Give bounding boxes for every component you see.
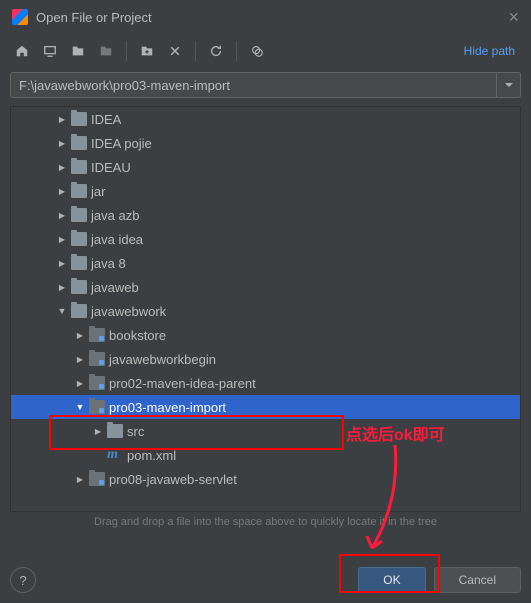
tree-row[interactable]: ▶ javawebworkbegin bbox=[11, 347, 520, 371]
chevron-right-icon[interactable]: ▶ bbox=[55, 139, 69, 148]
hide-path-link[interactable]: Hide path bbox=[464, 44, 521, 58]
chevron-right-icon[interactable]: ▶ bbox=[55, 115, 69, 124]
folder-icon bbox=[107, 424, 123, 438]
project-button[interactable] bbox=[66, 39, 90, 63]
cancel-button[interactable]: Cancel bbox=[434, 567, 521, 593]
tree-row[interactable]: ▶ pro08-javaweb-servlet bbox=[11, 467, 520, 491]
tree-row[interactable]: ▶ java azb bbox=[11, 203, 520, 227]
module-button[interactable] bbox=[94, 39, 118, 63]
tree-row[interactable]: ▼ pro03-maven-import bbox=[11, 395, 520, 419]
tree-row[interactable]: ▼ javawebwork bbox=[11, 299, 520, 323]
chevron-right-icon[interactable]: ▶ bbox=[73, 355, 87, 364]
tree-item-label: bookstore bbox=[109, 328, 166, 343]
chevron-right-icon[interactable]: ▶ bbox=[73, 379, 87, 388]
tree-item-label: java idea bbox=[91, 232, 143, 247]
chevron-right-icon[interactable]: ▶ bbox=[55, 187, 69, 196]
tree-item-label: pom.xml bbox=[127, 448, 176, 463]
module-folder-icon bbox=[89, 352, 105, 366]
chevron-right-icon[interactable]: ▶ bbox=[73, 331, 87, 340]
tree-item-label: IDEA pojie bbox=[91, 136, 152, 151]
chevron-down-icon[interactable]: ▼ bbox=[73, 402, 87, 412]
chevron-right-icon[interactable]: ▶ bbox=[91, 427, 105, 436]
tree-item-label: jar bbox=[91, 184, 105, 199]
tree-item-label: javaweb bbox=[91, 280, 139, 295]
path-input[interactable] bbox=[10, 72, 497, 98]
tree-item-label: javawebwork bbox=[91, 304, 166, 319]
tree-row[interactable]: ▶ IDEAU bbox=[11, 155, 520, 179]
tree-row[interactable]: ▶ IDEA pojie bbox=[11, 131, 520, 155]
tree-row[interactable]: ▶ bookstore bbox=[11, 323, 520, 347]
module-folder-icon bbox=[89, 472, 105, 486]
folder-icon bbox=[71, 184, 87, 198]
path-bar bbox=[10, 72, 521, 98]
chevron-right-icon[interactable]: ▶ bbox=[55, 283, 69, 292]
tree-row[interactable]: ▶ jar bbox=[11, 179, 520, 203]
chevron-right-icon[interactable]: ▶ bbox=[55, 259, 69, 268]
module-folder-icon bbox=[89, 400, 105, 414]
tree-row[interactable]: m pom.xml bbox=[11, 443, 520, 467]
tree-item-label: IDEA bbox=[91, 112, 121, 127]
toolbar: Hide path bbox=[0, 34, 531, 68]
titlebar: Open File or Project × bbox=[0, 0, 531, 34]
delete-button[interactable] bbox=[163, 39, 187, 63]
tree-item-label: java 8 bbox=[91, 256, 126, 271]
folder-icon bbox=[71, 280, 87, 294]
app-icon bbox=[12, 9, 28, 25]
folder-icon bbox=[71, 232, 87, 246]
refresh-button[interactable] bbox=[204, 39, 228, 63]
tree-row[interactable]: ▶ pro02-maven-idea-parent bbox=[11, 371, 520, 395]
chevron-right-icon[interactable]: ▶ bbox=[73, 475, 87, 484]
tree-item-label: IDEAU bbox=[91, 160, 131, 175]
tree-item-label: java azb bbox=[91, 208, 139, 223]
tree-item-label: javawebworkbegin bbox=[109, 352, 216, 367]
button-bar: ? OK Cancel bbox=[10, 567, 521, 593]
tree-item-label: pro08-javaweb-servlet bbox=[109, 472, 237, 487]
tree-item-label: src bbox=[127, 424, 144, 439]
folder-icon bbox=[71, 256, 87, 270]
module-folder-icon bbox=[89, 328, 105, 342]
folder-icon bbox=[71, 112, 87, 126]
folder-icon bbox=[71, 160, 87, 174]
window-title: Open File or Project bbox=[36, 10, 508, 25]
home-button[interactable] bbox=[10, 39, 34, 63]
ok-button[interactable]: OK bbox=[358, 567, 425, 593]
chevron-right-icon[interactable]: ▶ bbox=[55, 163, 69, 172]
tree-row[interactable]: ▶ java idea bbox=[11, 227, 520, 251]
close-icon[interactable]: × bbox=[508, 7, 519, 28]
hint-text: Drag and drop a file into the space abov… bbox=[0, 512, 531, 538]
chevron-down-icon[interactable]: ▼ bbox=[55, 306, 69, 316]
tree-row[interactable]: ▶ java 8 bbox=[11, 251, 520, 275]
help-button[interactable]: ? bbox=[10, 567, 36, 593]
file-tree[interactable]: ▶ IDEA ▶ IDEA pojie ▶ IDEAU ▶ jar ▶ java azb ▶ java… bbox=[10, 106, 521, 512]
desktop-button[interactable] bbox=[38, 39, 62, 63]
folder-icon bbox=[71, 136, 87, 150]
tree-row[interactable]: ▶ IDEA bbox=[11, 107, 520, 131]
module-folder-icon bbox=[89, 376, 105, 390]
folder-icon bbox=[71, 304, 87, 318]
new-folder-button[interactable] bbox=[135, 39, 159, 63]
tree-row[interactable]: ▶ javaweb bbox=[11, 275, 520, 299]
maven-file-icon: m bbox=[107, 447, 123, 463]
tree-item-label: pro02-maven-idea-parent bbox=[109, 376, 256, 391]
tree-item-label: pro03-maven-import bbox=[109, 400, 226, 415]
path-dropdown-button[interactable] bbox=[497, 72, 521, 98]
chevron-right-icon[interactable]: ▶ bbox=[55, 235, 69, 244]
chevron-right-icon[interactable]: ▶ bbox=[55, 211, 69, 220]
annotation-text: 点选后ok即可 bbox=[346, 421, 445, 445]
show-hidden-button[interactable] bbox=[245, 39, 269, 63]
folder-icon bbox=[71, 208, 87, 222]
